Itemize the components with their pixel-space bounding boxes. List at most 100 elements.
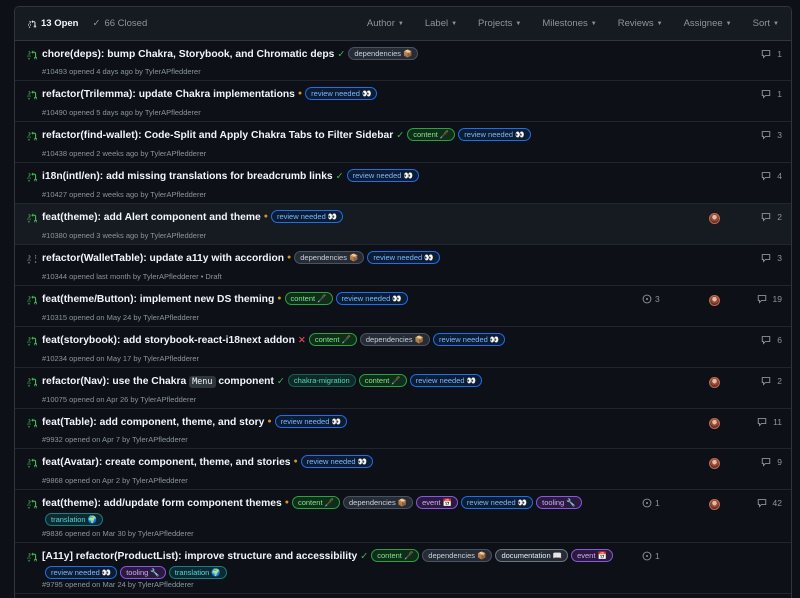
avatar[interactable] <box>709 499 720 510</box>
review-status[interactable]: 3 <box>642 294 660 304</box>
filter-author[interactable]: Author ▼ <box>367 18 404 29</box>
comments-link[interactable]: 11 <box>757 417 782 427</box>
comments-link[interactable]: 42 <box>757 498 782 508</box>
label-content[interactable]: content 🖋️ <box>371 549 420 562</box>
label-documentation[interactable]: documentation 📖 <box>495 549 569 562</box>
check-pending-icon[interactable]: ● <box>294 458 298 465</box>
label-tooling[interactable]: tooling 🔧 <box>120 566 166 579</box>
label-dependencies[interactable]: dependencies 📦 <box>294 251 365 264</box>
label-review[interactable]: review needed 👀 <box>335 292 408 305</box>
comments-link[interactable]: 1 <box>761 89 782 99</box>
label-review[interactable]: review needed 👀 <box>433 333 506 346</box>
label-content[interactable]: content 🖋️ <box>358 374 407 387</box>
pr-title-link[interactable]: chore(deps): bump Chakra, Storybook, and… <box>42 49 334 60</box>
label-review[interactable]: review needed 👀 <box>270 210 344 223</box>
check-pending-icon[interactable]: ● <box>298 90 302 97</box>
avatar[interactable] <box>709 418 720 429</box>
label-dependencies[interactable]: dependencies 📦 <box>422 549 493 562</box>
label-translation[interactable]: translation 🌍 <box>168 566 227 579</box>
pr-row[interactable]: refactor(Nav): use the Chakra Menu compo… <box>15 368 791 409</box>
comments-link[interactable]: 3 <box>761 130 782 140</box>
check-pending-icon[interactable]: ● <box>287 254 291 261</box>
comments-link[interactable]: 3 <box>761 253 782 263</box>
check-success-icon[interactable]: ✓ <box>396 130 404 141</box>
pr-title-link[interactable]: i18n(intl/en): add missing translations … <box>42 171 333 182</box>
label-review[interactable]: review needed 👀 <box>409 374 482 387</box>
check-pending-icon[interactable]: ● <box>267 418 271 425</box>
pr-row[interactable]: feat(theme/Button): implement new DS the… <box>15 286 791 327</box>
comments-link[interactable]: 9 <box>761 457 782 467</box>
label-review[interactable]: review needed 👀 <box>346 169 419 182</box>
check-pending-icon[interactable]: ● <box>285 499 289 506</box>
label-review[interactable]: review needed 👀 <box>458 128 531 141</box>
avatar[interactable] <box>709 458 720 469</box>
closed-prs-tab[interactable]: ✓ 66 Closed <box>93 18 148 29</box>
review-status[interactable]: 1 <box>642 498 660 508</box>
label-dependencies[interactable]: dependencies 📦 <box>348 47 419 60</box>
check-success-icon[interactable]: ✓ <box>337 49 345 60</box>
comments-link[interactable]: 1 <box>761 49 782 59</box>
pr-row[interactable]: feat(theme): add Alert component and the… <box>15 204 791 245</box>
comments-link[interactable]: 19 <box>757 294 782 304</box>
label-review[interactable]: review needed 👀 <box>300 455 373 468</box>
filter-reviews[interactable]: Reviews ▼ <box>618 18 663 29</box>
label-review[interactable]: review needed 👀 <box>45 566 118 579</box>
label-review[interactable]: review needed 👀 <box>274 415 347 428</box>
pr-row[interactable]: feat(storybook): add storybook-react-i18… <box>15 327 791 368</box>
pr-row[interactable]: [A11y] refactor(ProductList): improve st… <box>15 543 791 594</box>
check-pending-icon[interactable]: ● <box>277 295 281 302</box>
label-content[interactable]: content 🖋️ <box>407 128 456 141</box>
pr-title-link[interactable]: feat(theme): add Alert component and the… <box>42 212 261 223</box>
label-content[interactable]: content 🖋️ <box>284 292 333 305</box>
avatar[interactable] <box>709 213 720 224</box>
check-fail-icon[interactable]: ✕ <box>298 335 306 346</box>
check-pending-icon[interactable]: ● <box>264 213 268 220</box>
pr-title-link[interactable]: refactor(Trilemma): update Chakra implem… <box>42 89 295 100</box>
label-review[interactable]: review needed 👀 <box>460 496 534 509</box>
pr-title-link[interactable]: feat(theme): add/update form component t… <box>42 498 282 509</box>
pr-title-link[interactable]: refactor(find-wallet): Code-Split and Ap… <box>42 130 393 141</box>
comments-link[interactable]: 2 <box>761 212 782 222</box>
pr-title-link[interactable]: refactor(Nav): use the Chakra Menu compo… <box>42 376 274 388</box>
pr-title-link[interactable]: feat(theme/Button): implement new DS the… <box>42 294 274 305</box>
pr-title-link[interactable]: [A11y] refactor(ProductList): improve st… <box>42 551 357 562</box>
open-prs-tab[interactable]: 13 Open <box>27 18 79 29</box>
pr-row[interactable]: chore(deps): bump Chakra, Storybook, and… <box>15 41 791 81</box>
label-chakra[interactable]: chakra-migration <box>287 374 356 387</box>
filter-label[interactable]: Label ▼ <box>425 18 457 29</box>
pr-row[interactable]: feat(Avatar): create component, theme, a… <box>15 449 791 490</box>
filter-sort[interactable]: Sort ▼ <box>753 18 779 29</box>
label-event[interactable]: event 📅 <box>416 496 458 509</box>
label-review[interactable]: review needed 👀 <box>305 87 378 100</box>
pr-row[interactable]: refactor(find-wallet): Code-Split and Ap… <box>15 122 791 163</box>
comments-link[interactable]: 2 <box>761 376 782 386</box>
pr-row[interactable]: feat(Table): add component, theme, and s… <box>15 409 791 449</box>
label-dependencies[interactable]: dependencies 📦 <box>342 496 414 509</box>
comments-link[interactable]: 4 <box>761 171 782 181</box>
check-success-icon[interactable]: ✓ <box>336 171 344 182</box>
filter-projects[interactable]: Projects ▼ <box>478 18 521 29</box>
pr-title-link[interactable]: feat(storybook): add storybook-react-i18… <box>42 335 295 346</box>
comments-link[interactable]: 6 <box>761 335 782 345</box>
avatar[interactable] <box>709 377 720 388</box>
label-event[interactable]: event 📅 <box>571 549 613 562</box>
filter-assignee[interactable]: Assignee ▼ <box>684 18 732 29</box>
pr-row[interactable]: i18n(intl/en): add missing translations … <box>15 163 791 204</box>
label-content[interactable]: content 🖋️ <box>291 496 340 509</box>
pr-row[interactable]: refactor(WalletTable): update a11y with … <box>15 245 791 286</box>
avatar[interactable] <box>709 295 720 306</box>
check-success-icon[interactable]: ✓ <box>360 551 368 562</box>
pr-row[interactable]: refactor(Trilemma): update Chakra implem… <box>15 81 791 122</box>
label-review[interactable]: review needed 👀 <box>367 251 440 264</box>
review-status[interactable]: 1 <box>642 551 660 561</box>
pr-title-link[interactable]: feat(Table): add component, theme, and s… <box>42 417 264 428</box>
check-success-icon[interactable]: ✓ <box>277 376 285 387</box>
label-content[interactable]: content 🖋️ <box>308 333 357 346</box>
label-dependencies[interactable]: dependencies 📦 <box>359 333 431 346</box>
pr-title-link[interactable]: refactor(WalletTable): update a11y with … <box>42 253 284 264</box>
pr-title-link[interactable]: feat(Avatar): create component, theme, a… <box>42 457 291 468</box>
filter-milestones[interactable]: Milestones ▼ <box>542 18 596 29</box>
label-tooling[interactable]: tooling 🔧 <box>536 496 582 509</box>
pr-row[interactable]: feat(theme): add/update form component t… <box>15 490 791 543</box>
label-translation[interactable]: translation 🌍 <box>45 513 104 526</box>
